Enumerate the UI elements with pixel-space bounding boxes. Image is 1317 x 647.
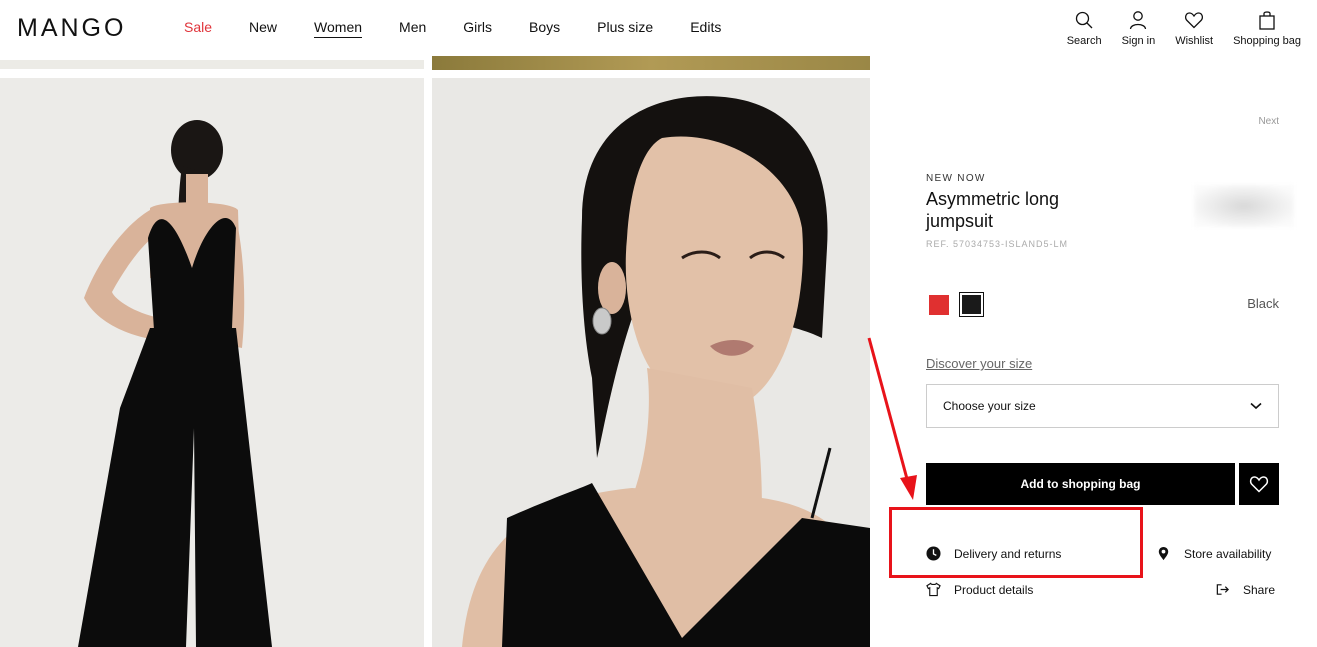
new-now-badge: NEW NOW — [926, 173, 986, 184]
nav-sale[interactable]: Sale — [184, 19, 212, 37]
shopping-bag-label: Shopping bag — [1233, 35, 1301, 47]
share-label: Share — [1243, 582, 1276, 597]
discover-size-link[interactable]: Discover your size — [926, 356, 1032, 371]
add-to-wishlist-button[interactable] — [1239, 463, 1279, 505]
previous-image-strip-right — [432, 56, 870, 70]
nav-edits[interactable]: Edits — [690, 19, 721, 37]
user-icon — [1130, 11, 1147, 30]
annotation-arrow — [867, 337, 917, 500]
store-availability-link[interactable]: Store availability — [1156, 546, 1271, 561]
size-select-placeholder: Choose your size — [943, 399, 1036, 413]
product-image-closeup[interactable] — [432, 78, 870, 647]
selected-color-name: Black — [1247, 296, 1279, 311]
chevron-down-icon — [1250, 402, 1262, 410]
price-blurred — [1194, 185, 1294, 227]
product-title: Asymmetric long jumpsuit — [926, 189, 1060, 231]
previous-image-strip-left — [0, 60, 424, 69]
search-icon — [1075, 11, 1093, 29]
annotation-highlight-box — [889, 507, 1143, 578]
product-reference: REF. 57034753-ISLAND5-LM — [926, 239, 1069, 249]
wishlist-label: Wishlist — [1175, 35, 1214, 47]
share-icon — [1216, 584, 1229, 595]
add-to-bag-button[interactable]: Add to shopping bag — [926, 463, 1235, 505]
mango-logo[interactable]: MANGO — [17, 14, 126, 43]
model-back-illustration — [78, 120, 272, 647]
shopping-bag-button[interactable]: Shopping bag — [1233, 10, 1301, 47]
wishlist-button[interactable]: Wishlist — [1175, 10, 1213, 47]
location-pin-icon — [1158, 546, 1169, 561]
search-label: Search — [1066, 35, 1102, 47]
nav-new[interactable]: New — [249, 19, 277, 37]
nav-boys[interactable]: Boys — [529, 19, 560, 37]
nav-men[interactable]: Men — [399, 19, 426, 37]
nav-women[interactable]: Women — [314, 19, 363, 38]
product-details-label: Product details — [954, 582, 1034, 597]
product-image-back-view[interactable] — [0, 78, 424, 647]
color-swatch-black-selected[interactable] — [959, 292, 984, 317]
header-utilities: Search Sign in Wishlist Shopping bag — [1047, 10, 1301, 47]
next-product-link[interactable]: Next — [1258, 116, 1279, 127]
shopping-bag-icon — [1259, 11, 1275, 30]
site-header: MANGO Sale New Women Men Girls Boys Plus… — [0, 0, 1317, 56]
tshirt-icon — [926, 582, 941, 597]
heart-icon — [1249, 476, 1269, 493]
share-link[interactable]: Share — [1215, 582, 1275, 597]
size-select[interactable]: Choose your size — [926, 384, 1279, 428]
sign-in-button[interactable]: Sign in — [1121, 10, 1156, 47]
main-nav: Sale New Women Men Girls Boys Plus size … — [184, 0, 758, 56]
color-swatch-black-fill — [962, 295, 981, 314]
nav-plus-size[interactable]: Plus size — [597, 19, 653, 37]
nav-girls[interactable]: Girls — [463, 19, 492, 37]
store-availability-label: Store availability — [1184, 546, 1272, 561]
color-swatch-red[interactable] — [929, 295, 949, 315]
heart-icon — [1185, 12, 1204, 29]
model-closeup-illustration — [462, 96, 870, 647]
product-details-link[interactable]: Product details — [926, 582, 1033, 597]
search-button[interactable]: Search — [1067, 10, 1102, 47]
sign-in-label: Sign in — [1121, 35, 1156, 47]
